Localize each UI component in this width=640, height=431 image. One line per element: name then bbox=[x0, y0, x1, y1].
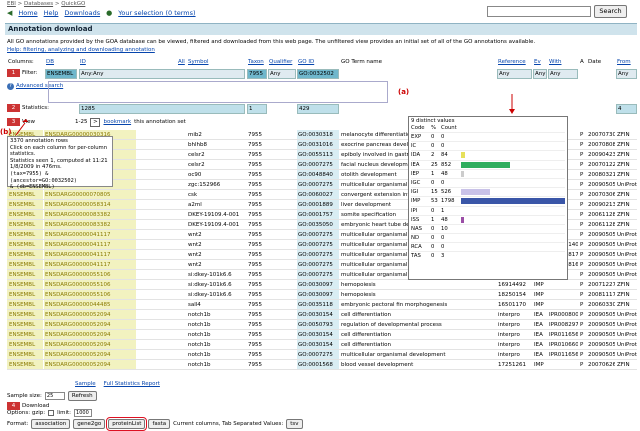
arrow-b-head bbox=[22, 119, 28, 122]
arrow-b-line bbox=[15, 122, 26, 136]
arrow-a-head bbox=[509, 109, 515, 114]
callout-arrows bbox=[15, 94, 515, 136]
